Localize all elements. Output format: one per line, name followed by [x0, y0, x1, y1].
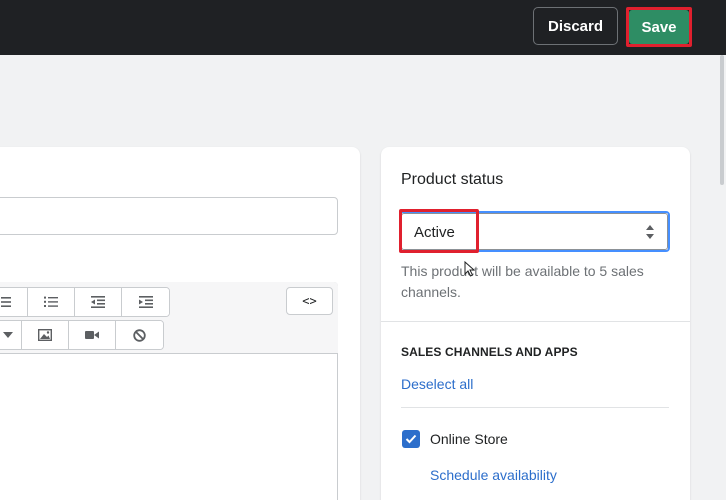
- online-store-checkbox[interactable]: [402, 430, 420, 448]
- discard-button[interactable]: Discard: [533, 7, 618, 45]
- product-status-card: [381, 147, 690, 500]
- dropdown-caret-icon: [3, 332, 13, 338]
- channels-divider: [401, 407, 669, 408]
- section-divider: [381, 321, 690, 322]
- active-value-highlight: [399, 209, 479, 253]
- product-title-input[interactable]: [0, 197, 338, 235]
- select-arrows-icon: [646, 225, 654, 239]
- checkmark-icon: [405, 434, 417, 444]
- indent-icon: [138, 296, 153, 308]
- status-help-text: This product will be available to 5 sale…: [401, 263, 644, 300]
- insert-video-button[interactable]: [69, 321, 116, 349]
- insert-media-group: [0, 320, 164, 350]
- scrollbar-thumb[interactable]: [720, 55, 724, 185]
- clear-formatting-button[interactable]: [116, 321, 163, 349]
- outdent-icon: [91, 296, 105, 308]
- mouse-cursor-icon: [464, 261, 476, 277]
- video-icon: [85, 331, 99, 339]
- page-scrollbar[interactable]: [718, 55, 726, 500]
- product-status-title: Product status: [401, 171, 504, 188]
- list-format-group: [0, 287, 170, 317]
- outdent-button[interactable]: [75, 288, 122, 316]
- numbered-list-button[interactable]: [28, 288, 75, 316]
- deselect-all-link[interactable]: Deselect all: [401, 376, 473, 392]
- schedule-availability-link[interactable]: Schedule availability: [430, 467, 557, 483]
- bulleted-list-icon: [1, 297, 11, 307]
- save-button[interactable]: Save: [629, 10, 689, 44]
- sales-channels-heading: SALES CHANNELS AND APPS: [401, 345, 578, 359]
- online-store-label: Online Store: [430, 431, 508, 447]
- numbered-list-icon: [44, 296, 58, 307]
- indent-button[interactable]: [122, 288, 169, 316]
- html-toggle-button[interactable]: <>: [286, 287, 333, 315]
- image-icon: [38, 329, 52, 341]
- bulleted-list-button[interactable]: [0, 288, 28, 316]
- insert-image-button[interactable]: [22, 321, 69, 349]
- clear-formatting-icon: [133, 328, 146, 342]
- text-color-dropdown-button[interactable]: [0, 321, 22, 349]
